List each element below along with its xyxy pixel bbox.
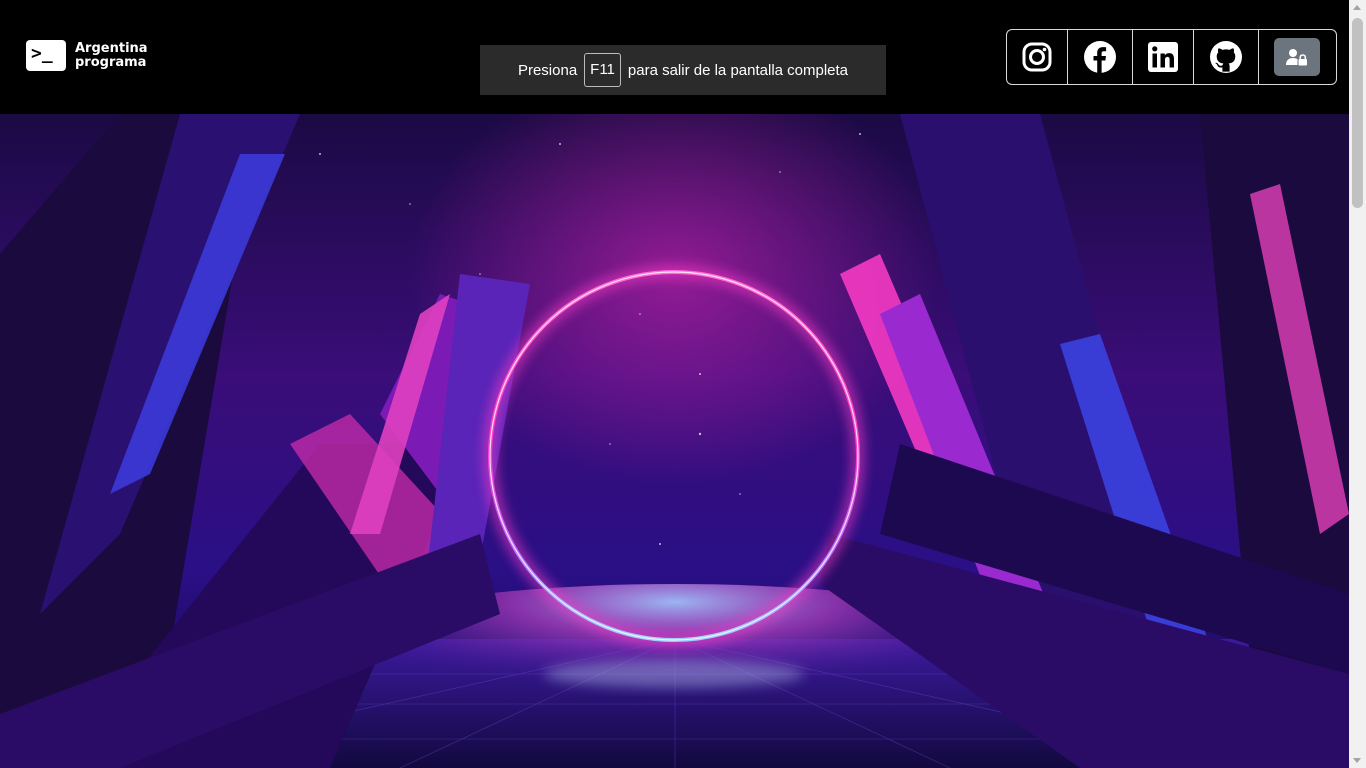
github-icon xyxy=(1210,41,1242,73)
neon-ring-artwork xyxy=(0,114,1349,768)
logo-line-2: programa xyxy=(75,54,147,70)
argentina-programa-logo[interactable]: >_ Argentina programa xyxy=(26,40,148,71)
vertical-scrollbar[interactable] xyxy=(1349,0,1366,768)
linkedin-icon xyxy=(1148,42,1179,72)
logo-line-1: Argentina xyxy=(75,40,148,56)
facebook-button[interactable] xyxy=(1068,30,1133,84)
f11-key: F11 xyxy=(584,53,621,87)
scroll-down-arrow-icon[interactable] xyxy=(1353,758,1361,763)
facebook-icon xyxy=(1084,41,1117,73)
notice-text-before: Presiona xyxy=(517,61,578,79)
instagram-button[interactable] xyxy=(1007,30,1069,84)
social-links-group xyxy=(1006,29,1337,85)
login-button[interactable] xyxy=(1259,30,1336,84)
logo-text: Argentina programa xyxy=(75,40,148,70)
navbar: >_ Argentina programa Presiona F11 para … xyxy=(0,0,1349,114)
scroll-up-arrow-icon[interactable] xyxy=(1353,5,1361,10)
instagram-icon xyxy=(1022,42,1052,72)
github-button[interactable] xyxy=(1194,30,1259,84)
notice-text-after: para salir de la pantalla completa xyxy=(627,61,849,79)
login-button-box xyxy=(1274,38,1321,76)
linkedin-button[interactable] xyxy=(1133,30,1195,84)
scrollbar-thumb[interactable] xyxy=(1352,18,1363,208)
user-lock-icon xyxy=(1286,49,1308,66)
fullscreen-exit-notice: Presiona F11 para salir de la pantalla c… xyxy=(480,45,886,95)
hero-background-image xyxy=(0,114,1349,768)
terminal-logo-icon: >_ xyxy=(26,40,66,71)
